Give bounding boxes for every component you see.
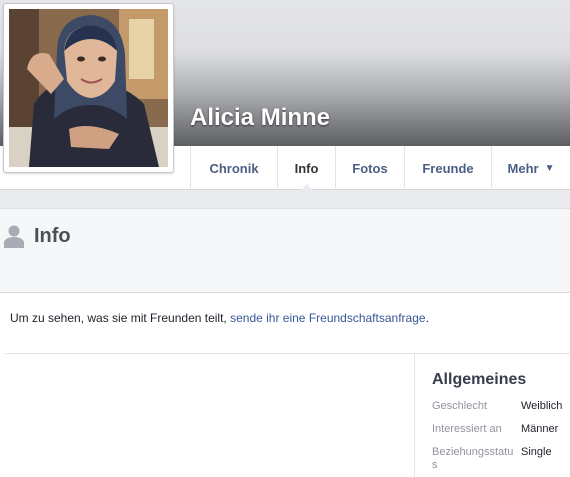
interested-in-value: Männer bbox=[521, 423, 559, 435]
friend-request-notice: Um zu sehen, was sie mit Freunden teilt,… bbox=[10, 311, 429, 325]
column-divider bbox=[414, 354, 415, 477]
info-header bbox=[0, 208, 570, 293]
tab-fotos[interactable]: Fotos bbox=[335, 146, 404, 190]
chevron-down-icon: ▼ bbox=[544, 162, 555, 174]
content-gap bbox=[0, 190, 570, 208]
tab-chronik[interactable]: Chronik bbox=[190, 146, 277, 190]
profile-tabs: Chronik Info Fotos Freunde Mehr ▼ bbox=[190, 146, 570, 191]
relationship-status-value: Single bbox=[521, 446, 552, 458]
gender-value: Weiblich bbox=[521, 400, 563, 412]
notice-end: . bbox=[425, 311, 429, 325]
send-friend-request-link[interactable]: sende ihr eine Freundschaftsanfrage bbox=[230, 311, 425, 325]
profile-picture bbox=[9, 9, 168, 167]
info-title: Info bbox=[34, 225, 71, 247]
tab-info[interactable]: Info bbox=[277, 146, 335, 191]
general-section-title: Allgemeines bbox=[432, 371, 527, 388]
notice-text: Um zu sehen, was sie mit Freunden teilt, bbox=[10, 311, 231, 325]
tab-info-label: Info bbox=[294, 160, 319, 176]
tab-mehr[interactable]: Mehr ▼ bbox=[491, 146, 570, 190]
tab-freunde-label: Freunde bbox=[422, 160, 474, 176]
tab-fotos-label: Fotos bbox=[352, 160, 388, 176]
gender-label: Geschlecht bbox=[432, 400, 488, 412]
profile-picture-frame[interactable] bbox=[3, 3, 174, 173]
person-icon bbox=[4, 225, 24, 248]
tab-chronik-label: Chronik bbox=[209, 160, 259, 176]
relationship-status-label: Beziehungsstatu s bbox=[432, 446, 514, 471]
interested-in-label: Interessiert an bbox=[432, 423, 502, 435]
divider bbox=[5, 353, 570, 354]
tab-freunde[interactable]: Freunde bbox=[404, 146, 491, 190]
profile-name[interactable]: Alicia Minne bbox=[190, 104, 330, 132]
tab-mehr-label: Mehr bbox=[507, 160, 539, 176]
